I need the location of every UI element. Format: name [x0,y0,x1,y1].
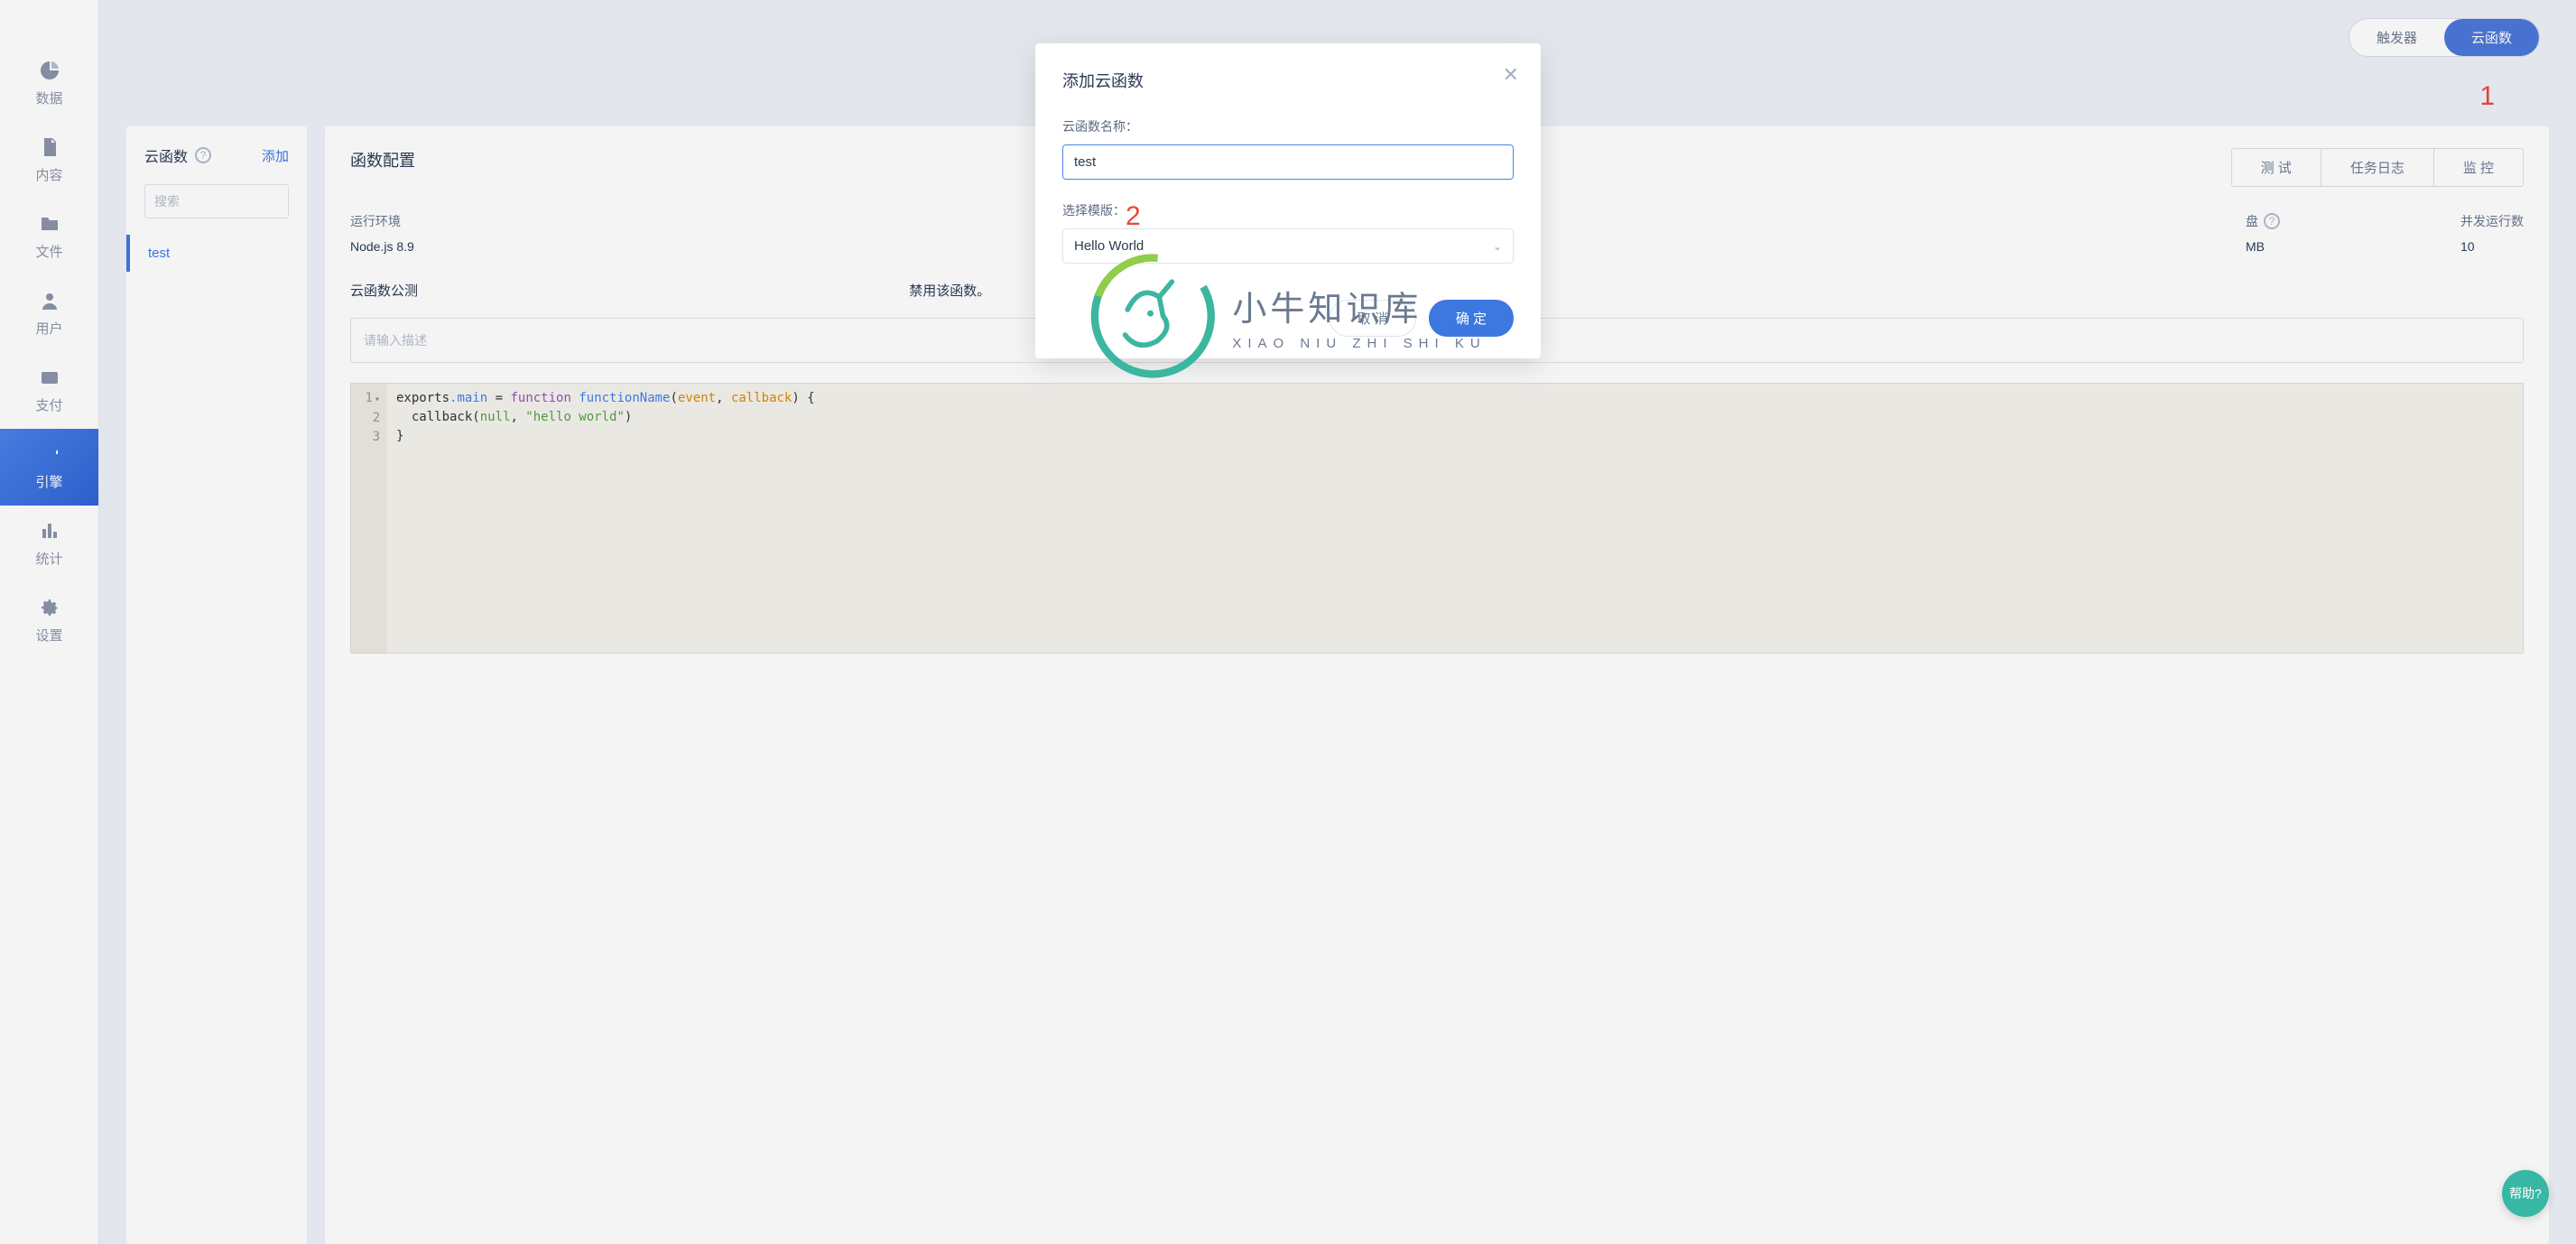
close-icon[interactable]: ✕ [1503,65,1519,85]
modal-title: 添加云函数 [1062,69,1514,92]
modal-overlay[interactable]: 添加云函数 ✕ 云函数名称： 2 选择模版： Hello World ⌄ 取 消… [0,0,2576,1244]
help-button[interactable]: 帮助? [2502,1170,2549,1217]
ok-button[interactable]: 确 定 [1429,300,1514,337]
name-input[interactable] [1062,144,1514,180]
name-label: 云函数名称： [1062,117,1514,135]
cancel-button[interactable]: 取 消 [1330,300,1416,337]
template-select[interactable]: Hello World ⌄ [1062,228,1514,264]
annotation-2: 2 [1126,201,1141,232]
chevron-down-icon: ⌄ [1493,240,1502,253]
add-function-modal: 添加云函数 ✕ 云函数名称： 2 选择模版： Hello World ⌄ 取 消… [1035,43,1541,358]
template-value: Hello World [1074,238,1144,254]
